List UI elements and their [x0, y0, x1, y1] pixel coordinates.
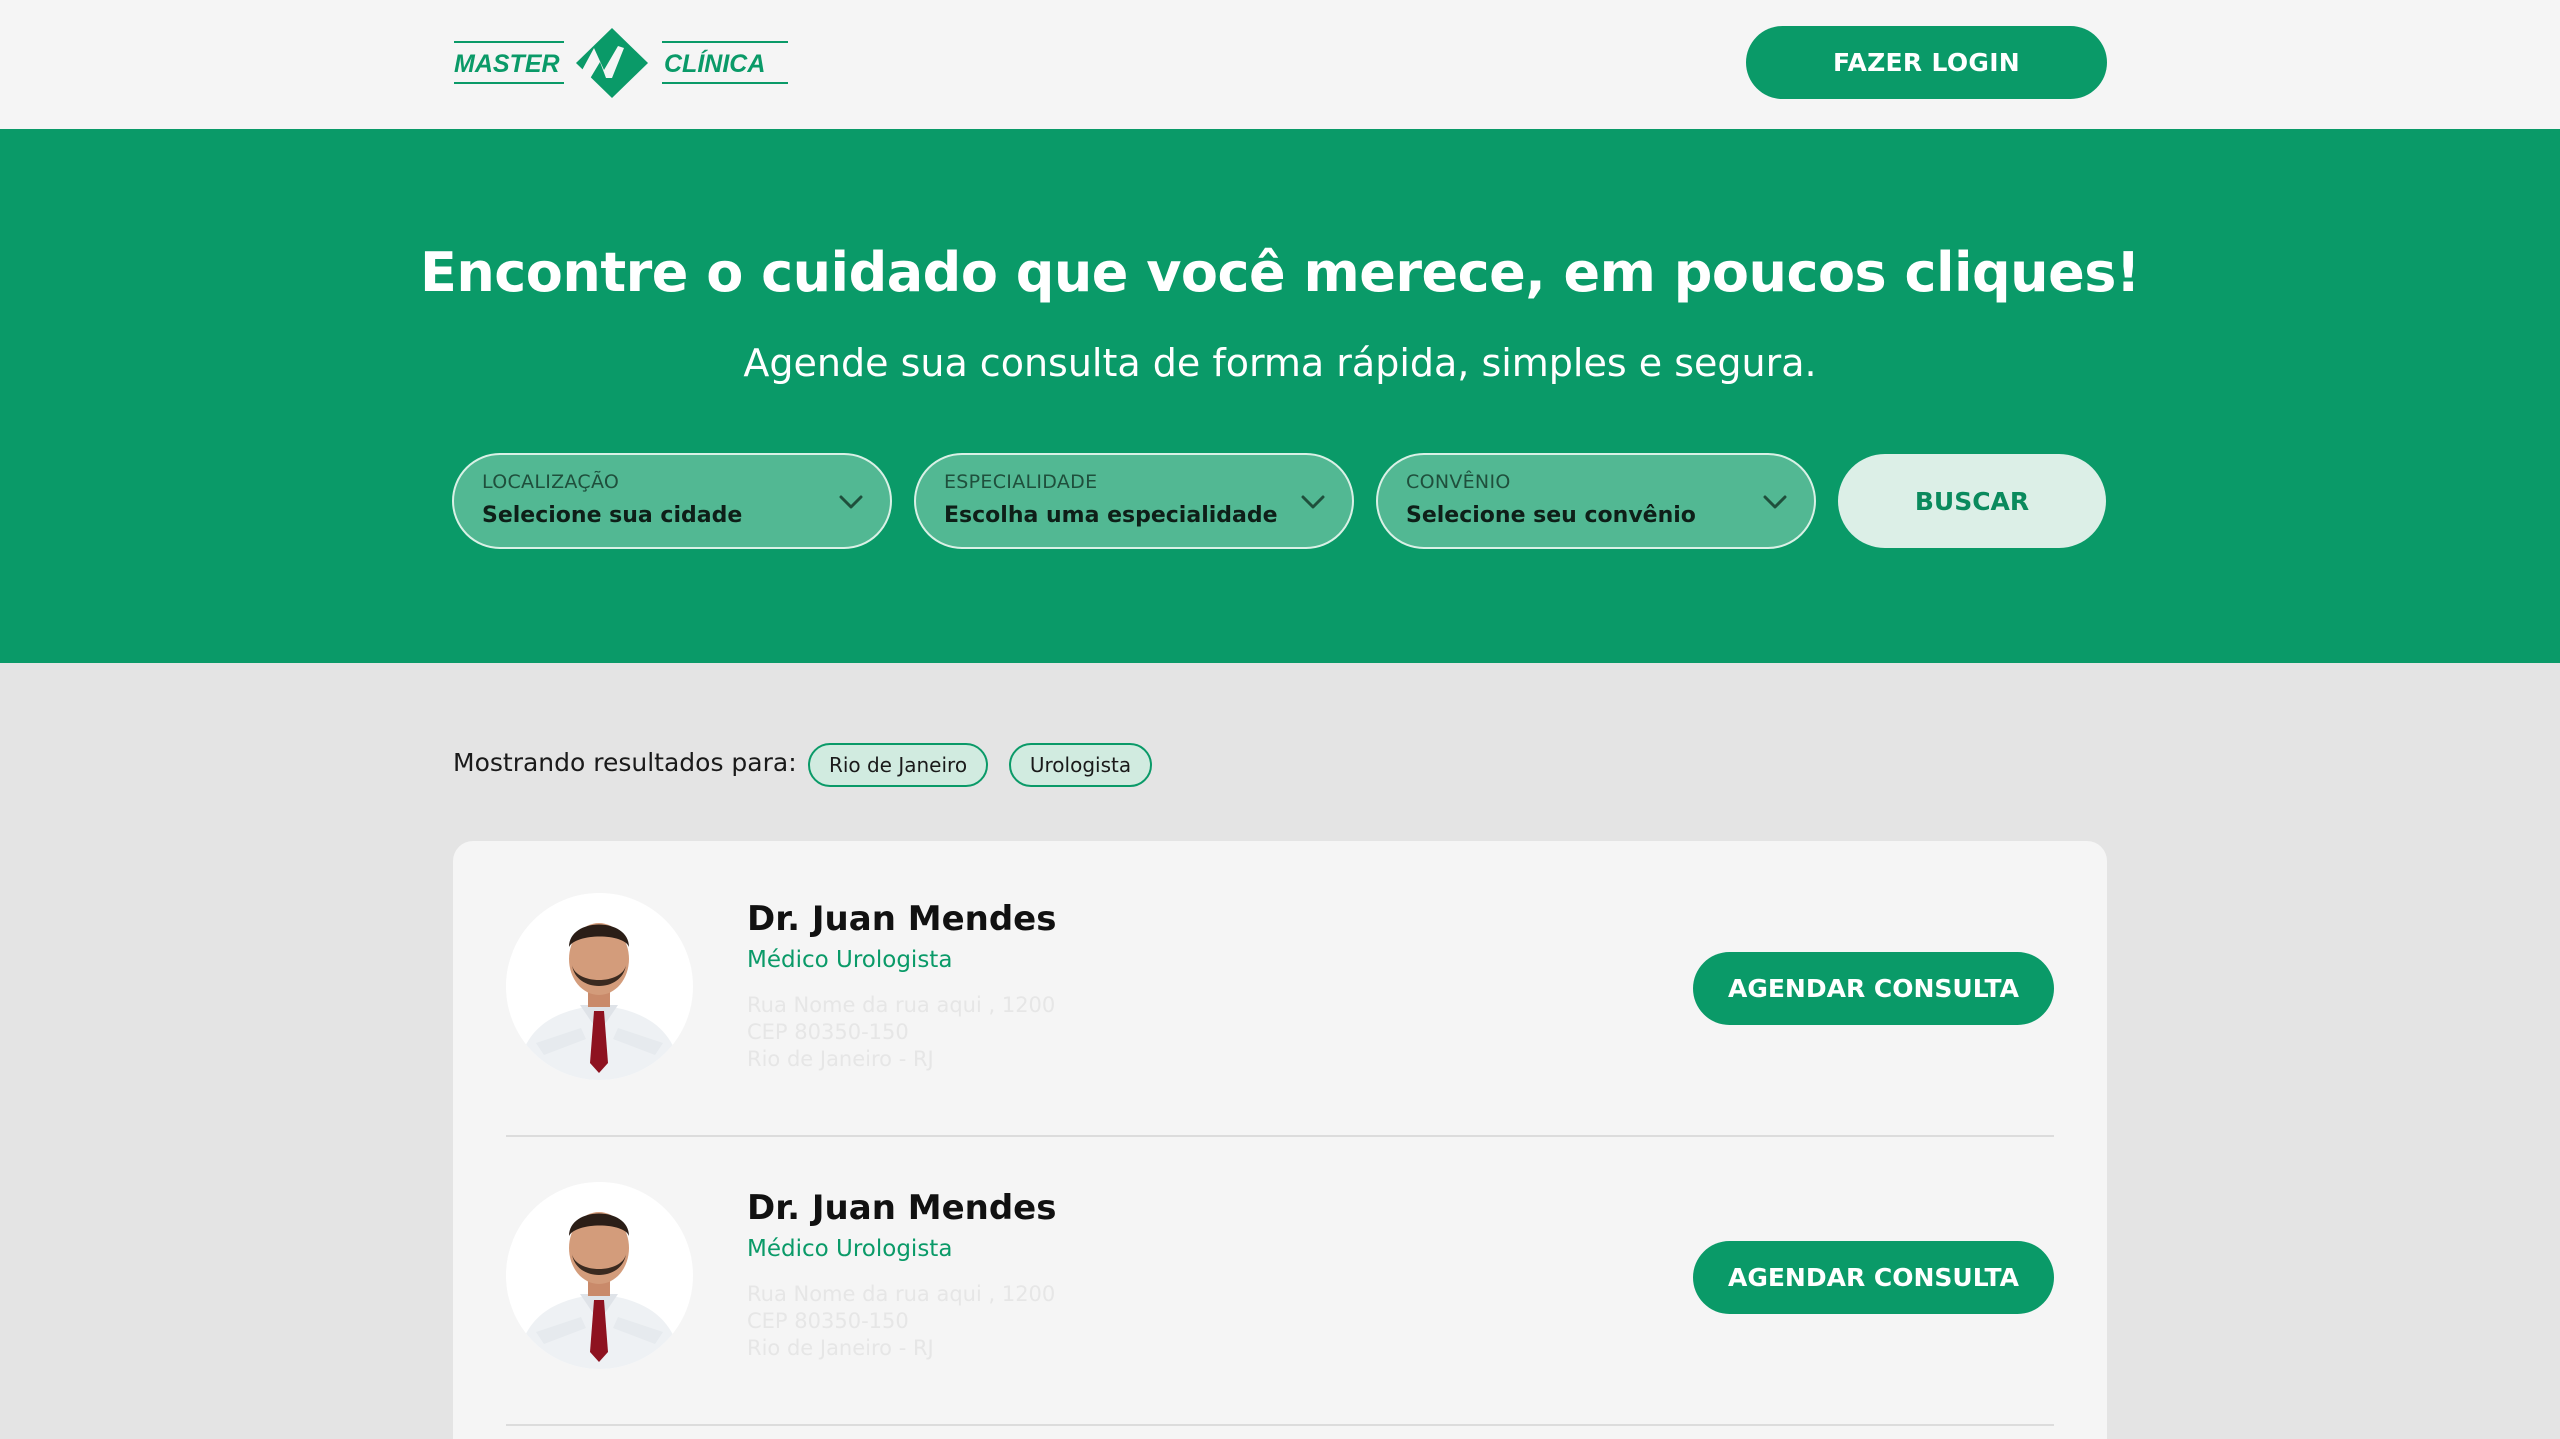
doctor-avatar [506, 1182, 693, 1369]
specialty-select-value: Escolha uma especialidade [944, 503, 1278, 528]
location-select-value: Selecione sua cidade [482, 503, 743, 528]
doctor-address-line: Rua Nome da rua aqui , 1200 [747, 993, 1056, 1017]
master-clinica-logo[interactable]: MASTER CLÍNICA [452, 26, 790, 100]
doctor-city: Rio de Janeiro - RJ [747, 1336, 934, 1360]
doctor-postal-code: CEP 80350-150 [747, 1309, 909, 1333]
results-label: Mostrando resultados para: [453, 748, 797, 777]
location-select-label: LOCALIZAÇÃO [482, 471, 620, 493]
book-appointment-button[interactable]: AGENDAR CONSULTA [1693, 1241, 2054, 1314]
site-header: MASTER CLÍNICA FAZER LOGIN [0, 0, 2560, 129]
doctor-address-line: Rua Nome da rua aqui , 1200 [747, 1282, 1056, 1306]
doctor-name: Dr. Juan Mendes [747, 1188, 1057, 1228]
insurance-select[interactable]: CONVÊNIO Selecione seu convênio [1376, 453, 1816, 549]
login-button[interactable]: FAZER LOGIN [1746, 26, 2107, 99]
specialty-select-label: ESPECIALIDADE [944, 471, 1098, 493]
chevron-down-icon [1301, 495, 1325, 509]
logo-text-clinica: CLÍNICA [664, 49, 765, 78]
doctor-avatar [506, 893, 693, 1080]
chevron-down-icon [839, 495, 863, 509]
location-select[interactable]: LOCALIZAÇÃO Selecione sua cidade [452, 453, 892, 549]
list-divider [506, 1424, 2054, 1426]
hero-subtitle: Agende sua consulta de forma rápida, sim… [743, 341, 1817, 385]
results-card: Dr. Juan Mendes Médico Urologista Rua No… [453, 841, 2107, 1439]
doctor-postal-code: CEP 80350-150 [747, 1020, 909, 1044]
doctor-specialty: Médico Urologista [747, 1236, 953, 1262]
doctor-specialty: Médico Urologista [747, 947, 953, 973]
doctor-name: Dr. Juan Mendes [747, 899, 1057, 939]
chevron-down-icon [1763, 495, 1787, 509]
hero-section: Encontre o cuidado que você merece, em p… [0, 129, 2560, 663]
insurance-select-label: CONVÊNIO [1406, 471, 1511, 493]
search-button[interactable]: BUSCAR [1838, 454, 2106, 548]
specialty-select[interactable]: ESPECIALIDADE Escolha uma especialidade [914, 453, 1354, 549]
insurance-select-value: Selecione seu convênio [1406, 503, 1696, 528]
doctor-list-item: Dr. Juan Mendes Médico Urologista Rua No… [453, 1130, 2107, 1419]
hero-title: Encontre o cuidado que você merece, em p… [419, 241, 2141, 304]
book-appointment-button[interactable]: AGENDAR CONSULTA [1693, 952, 2054, 1025]
doctor-list-item: Dr. Juan Mendes Médico Urologista Rua No… [453, 841, 2107, 1130]
logo-text-master: MASTER [454, 50, 560, 78]
filter-chip-specialty[interactable]: Urologista [1009, 743, 1152, 787]
filter-chip-city[interactable]: Rio de Janeiro [808, 743, 988, 787]
doctor-city: Rio de Janeiro - RJ [747, 1047, 934, 1071]
